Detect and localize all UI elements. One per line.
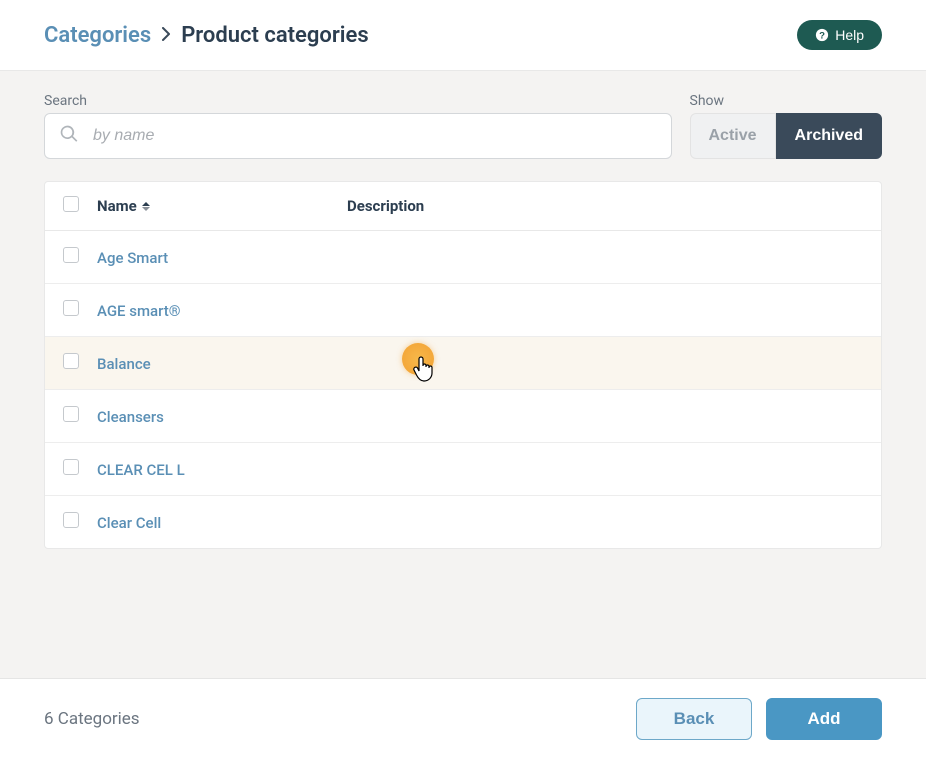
help-label: Help: [835, 27, 864, 43]
toggle-active[interactable]: Active: [690, 113, 776, 159]
table-row[interactable]: Clear Cell: [45, 496, 881, 548]
table-header-row: Name Description: [45, 182, 881, 231]
record-count: 6 Categories: [44, 709, 140, 729]
column-name-label: Name: [97, 197, 137, 215]
svg-text:?: ?: [819, 31, 825, 42]
table-row[interactable]: AGE smart®: [45, 284, 881, 337]
content-area: Search Show Active Archived Name: [0, 71, 926, 679]
category-name-link[interactable]: Cleansers: [97, 408, 164, 426]
row-checkbox[interactable]: [63, 459, 79, 475]
row-checkbox[interactable]: [63, 353, 79, 369]
table-body: Age Smart AGE smart® Balance Cleansers CLEAR…: [45, 231, 881, 548]
add-button[interactable]: Add: [766, 698, 882, 740]
row-checkbox[interactable]: [63, 512, 79, 528]
show-toggle: Active Archived: [690, 113, 883, 159]
page-header: Categories Product categories ? Help: [0, 0, 926, 71]
help-button[interactable]: ? Help: [797, 20, 882, 50]
table-row[interactable]: CLEAR CEL L: [45, 443, 881, 496]
categories-table: Name Description Age Smart AGE smart® Bala…: [44, 181, 882, 549]
filters-row: Search Show Active Archived: [44, 93, 882, 159]
category-name-link[interactable]: AGE smart®: [97, 302, 181, 320]
category-name-link[interactable]: Balance: [97, 355, 151, 373]
column-description-label: Description: [347, 197, 424, 215]
breadcrumb-root[interactable]: Categories: [44, 23, 151, 48]
chevron-right-icon: [161, 25, 171, 46]
toggle-archived[interactable]: Archived: [776, 113, 882, 159]
table-row[interactable]: Age Smart: [45, 231, 881, 284]
column-header-name[interactable]: Name: [97, 197, 347, 215]
page-title: Product categories: [181, 23, 368, 48]
footer-actions: Back Add: [636, 698, 882, 740]
show-group: Show Active Archived: [690, 93, 883, 159]
sort-icon: [142, 202, 150, 211]
search-input[interactable]: [93, 127, 657, 145]
help-icon: ?: [815, 28, 829, 42]
search-field-wrap: [44, 113, 672, 159]
row-checkbox[interactable]: [63, 300, 79, 316]
category-name-link[interactable]: Clear Cell: [97, 514, 161, 532]
category-name-link[interactable]: Age Smart: [97, 249, 168, 267]
table-row[interactable]: Balance: [45, 337, 881, 390]
column-header-description[interactable]: Description: [347, 197, 863, 215]
row-checkbox[interactable]: [63, 247, 79, 263]
show-label: Show: [690, 93, 883, 109]
back-button[interactable]: Back: [636, 698, 752, 740]
category-name-link[interactable]: CLEAR CEL L: [97, 461, 185, 479]
table-row[interactable]: Cleansers: [45, 390, 881, 443]
select-all-checkbox[interactable]: [63, 196, 79, 212]
row-checkbox[interactable]: [63, 406, 79, 422]
breadcrumb: Categories Product categories: [44, 23, 369, 48]
search-group: Search: [44, 93, 672, 159]
search-label: Search: [44, 93, 672, 109]
footer: 6 Categories Back Add: [0, 678, 926, 758]
search-icon: [59, 124, 79, 148]
